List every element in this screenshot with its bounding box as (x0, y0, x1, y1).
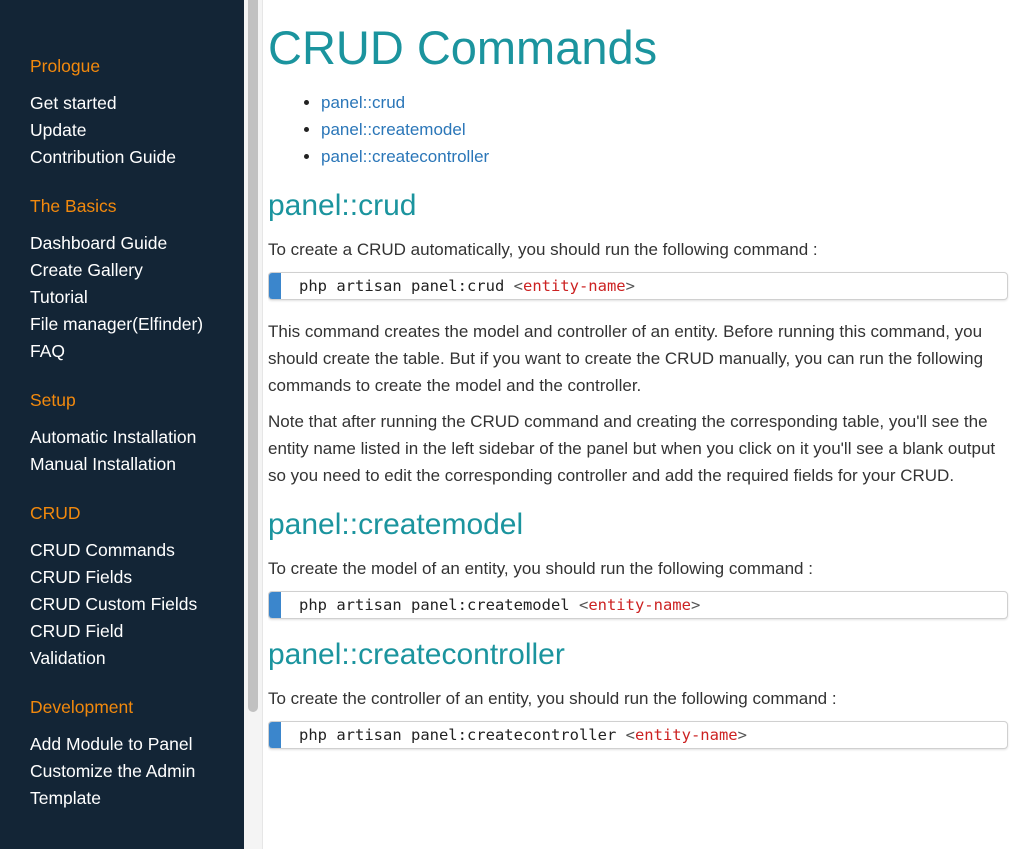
nav-item-add-module[interactable]: Add Module to Panel (30, 731, 244, 758)
nav-item-customize-admin[interactable]: Customize the Admin (30, 758, 244, 785)
code-accent-bar (269, 592, 281, 618)
code-argument: entity-name (634, 726, 738, 744)
code-block: php artisan panel:createmodel <entity-na… (268, 591, 1008, 619)
section-heading-crud: panel::crud (268, 189, 417, 222)
nav-section-crud: CRUD CRUD Commands CRUD Fields CRUD Cust… (30, 502, 244, 672)
toc-link-createmodel[interactable]: panel::createmodel (321, 120, 466, 139)
toc-item: panel::createcontroller (321, 143, 1010, 170)
code-bracket-open: < (625, 726, 635, 744)
sidebar-scrollbar-thumb[interactable] (248, 0, 258, 712)
nav-section-setup: Setup Automatic Installation Manual Inst… (30, 389, 244, 478)
nav-heading: Setup (30, 390, 76, 410)
nav-heading: Prologue (30, 56, 101, 76)
nav-item-manual-installation[interactable]: Manual Installation (30, 451, 244, 478)
code-accent-bar (269, 273, 281, 299)
paragraph: This command creates the model and contr… (268, 322, 984, 395)
nav-item-crud-fields[interactable]: CRUD Fields (30, 564, 244, 591)
code-bracket-close: > (737, 726, 747, 744)
nav-item-create-gallery[interactable]: Create Gallery (30, 257, 244, 284)
nav-section-the-basics: The Basics Dashboard Guide Create Galler… (30, 195, 244, 365)
code-argument: entity-name (522, 277, 626, 295)
table-of-contents: panel::crud panel::createmodel panel::cr… (268, 89, 1010, 170)
nav-section-development: Development Add Module to Panel Customiz… (30, 696, 244, 812)
toc-item: panel::createmodel (321, 116, 1010, 143)
nav-section-prologue: Prologue Get started Update Contribution… (30, 55, 244, 171)
nav-item-crud-commands[interactable]: CRUD Commands (30, 537, 244, 564)
nav-item-template[interactable]: Template (30, 785, 244, 812)
section-intro: To create the controller of an entity, y… (268, 689, 837, 708)
sidebar-nav: Prologue Get started Update Contribution… (30, 55, 244, 836)
nav-heading: CRUD (30, 503, 81, 523)
nav-item-contribution-guide[interactable]: Contribution Guide (30, 144, 244, 171)
nav-heading: Development (30, 697, 134, 717)
nav-item-faq[interactable]: FAQ (30, 338, 244, 365)
nav-item-crud-field[interactable]: CRUD Field (30, 618, 244, 645)
code-bracket-close: > (625, 277, 635, 295)
code-command: php artisan panel:crud (299, 277, 514, 295)
code-bracket-open: < (513, 277, 523, 295)
code-text: php artisan panel:crud <entity-name> (299, 273, 635, 299)
code-block: php artisan panel:crud <entity-name> (268, 272, 1008, 300)
nav-item-dashboard-guide[interactable]: Dashboard Guide (30, 230, 244, 257)
section-heading-createmodel: panel::createmodel (268, 508, 524, 541)
toc-link-createcontroller[interactable]: panel::createcontroller (321, 147, 489, 166)
nav-item-crud-custom-fields[interactable]: CRUD Custom Fields (30, 591, 244, 618)
toc-link-crud[interactable]: panel::crud (321, 93, 405, 112)
main-content: CRUD Commands panel::crud panel::createm… (268, 0, 1010, 849)
code-block: php artisan panel:createcontroller <enti… (268, 721, 1008, 749)
code-bracket-open: < (578, 596, 589, 614)
nav-item-update[interactable]: Update (30, 117, 244, 144)
toc-item: panel::crud (321, 89, 1010, 116)
nav-item-validation[interactable]: Validation (30, 645, 244, 672)
section-heading-createcontroller: panel::createcontroller (268, 638, 565, 671)
page-title: CRUD Commands (268, 21, 658, 74)
nav-item-file-manager[interactable]: File manager(Elfinder) (30, 311, 244, 338)
nav-heading: The Basics (30, 196, 117, 216)
code-text: php artisan panel:createmodel <entity-na… (299, 592, 700, 618)
paragraph: Note that after running the CRUD command… (268, 412, 996, 485)
nav-item-get-started[interactable]: Get started (30, 90, 244, 117)
code-command: php artisan panel:createmodel (299, 596, 579, 614)
code-command: php artisan panel:createcontroller (299, 726, 626, 744)
section-intro: To create the model of an entity, you sh… (268, 559, 813, 578)
section-intro: To create a CRUD automatically, you shou… (268, 240, 818, 259)
nav-item-tutorial[interactable]: Tutorial (30, 284, 244, 311)
code-argument: entity-name (588, 596, 691, 614)
code-bracket-close: > (690, 596, 701, 614)
code-accent-bar (269, 722, 281, 748)
code-text: php artisan panel:createcontroller <enti… (299, 722, 747, 748)
sidebar-scrollbar[interactable] (244, 0, 263, 849)
sidebar: Prologue Get started Update Contribution… (0, 0, 244, 849)
nav-item-automatic-installation[interactable]: Automatic Installation (30, 424, 244, 451)
